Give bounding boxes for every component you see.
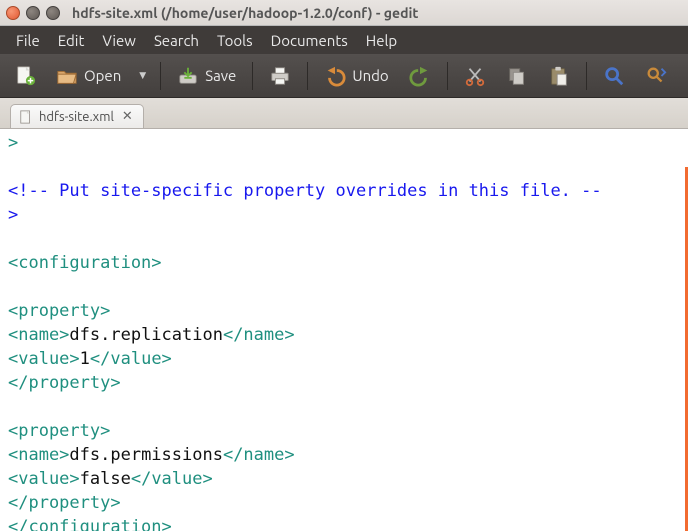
tab-close-icon[interactable]: ✕ [120,109,135,124]
menu-help[interactable]: Help [358,28,405,53]
tab-hdfs-site[interactable]: hdfs-site.xml ✕ [10,104,144,128]
cut-icon [464,65,486,87]
print-icon [269,65,291,87]
redo-icon [409,65,431,87]
toolbar-separator [252,62,253,90]
menu-tools[interactable]: Tools [209,28,261,53]
menu-file[interactable]: File [8,28,48,53]
undo-icon [324,65,346,87]
new-file-icon [14,65,36,87]
editor-content: > <!-- Put site-specific property overri… [8,131,682,531]
toolbar-separator [307,62,308,90]
menu-search[interactable]: Search [146,28,207,53]
window-minimize-icon[interactable] [26,6,40,20]
toolbar-separator [447,62,448,90]
new-file-button[interactable] [8,61,42,91]
find-replace-button[interactable] [639,61,673,91]
save-button[interactable]: Save [171,61,242,91]
tabbar: hdfs-site.xml ✕ [0,98,688,129]
toolbar-separator [160,62,161,90]
menu-edit[interactable]: Edit [50,28,93,53]
menubar: File Edit View Search Tools Documents He… [0,26,688,54]
redo-button[interactable] [403,61,437,91]
editor-area[interactable]: > <!-- Put site-specific property overri… [0,129,688,531]
cut-button[interactable] [458,61,492,91]
print-button[interactable] [263,61,297,91]
open-label: Open [84,67,121,84]
menu-view[interactable]: View [94,28,144,53]
window-titlebar: hdfs-site.xml (/home/user/hadoop-1.2.0/c… [0,0,688,26]
undo-label: Undo [352,67,388,84]
save-icon [177,65,199,87]
find-replace-icon [645,65,667,87]
window-title: hdfs-site.xml (/home/user/hadoop-1.2.0/c… [72,5,418,21]
paste-button[interactable] [542,61,576,91]
paste-icon [548,65,570,87]
save-label: Save [205,67,236,84]
window-maximize-icon[interactable] [46,6,60,20]
tab-label: hdfs-site.xml [39,110,114,124]
toolbar: Open ▼ Save Undo [0,54,688,98]
menu-documents[interactable]: Documents [263,28,356,53]
open-button[interactable]: Open [50,61,127,91]
window-close-icon[interactable] [6,6,20,20]
copy-button[interactable] [500,61,534,91]
file-icon [19,110,33,124]
toolbar-separator [586,62,587,90]
undo-button[interactable]: Undo [318,61,394,91]
copy-icon [506,65,528,87]
open-folder-icon [56,65,78,87]
search-button[interactable] [597,61,631,91]
open-dropdown-icon[interactable]: ▼ [135,70,150,81]
search-icon [603,65,625,87]
